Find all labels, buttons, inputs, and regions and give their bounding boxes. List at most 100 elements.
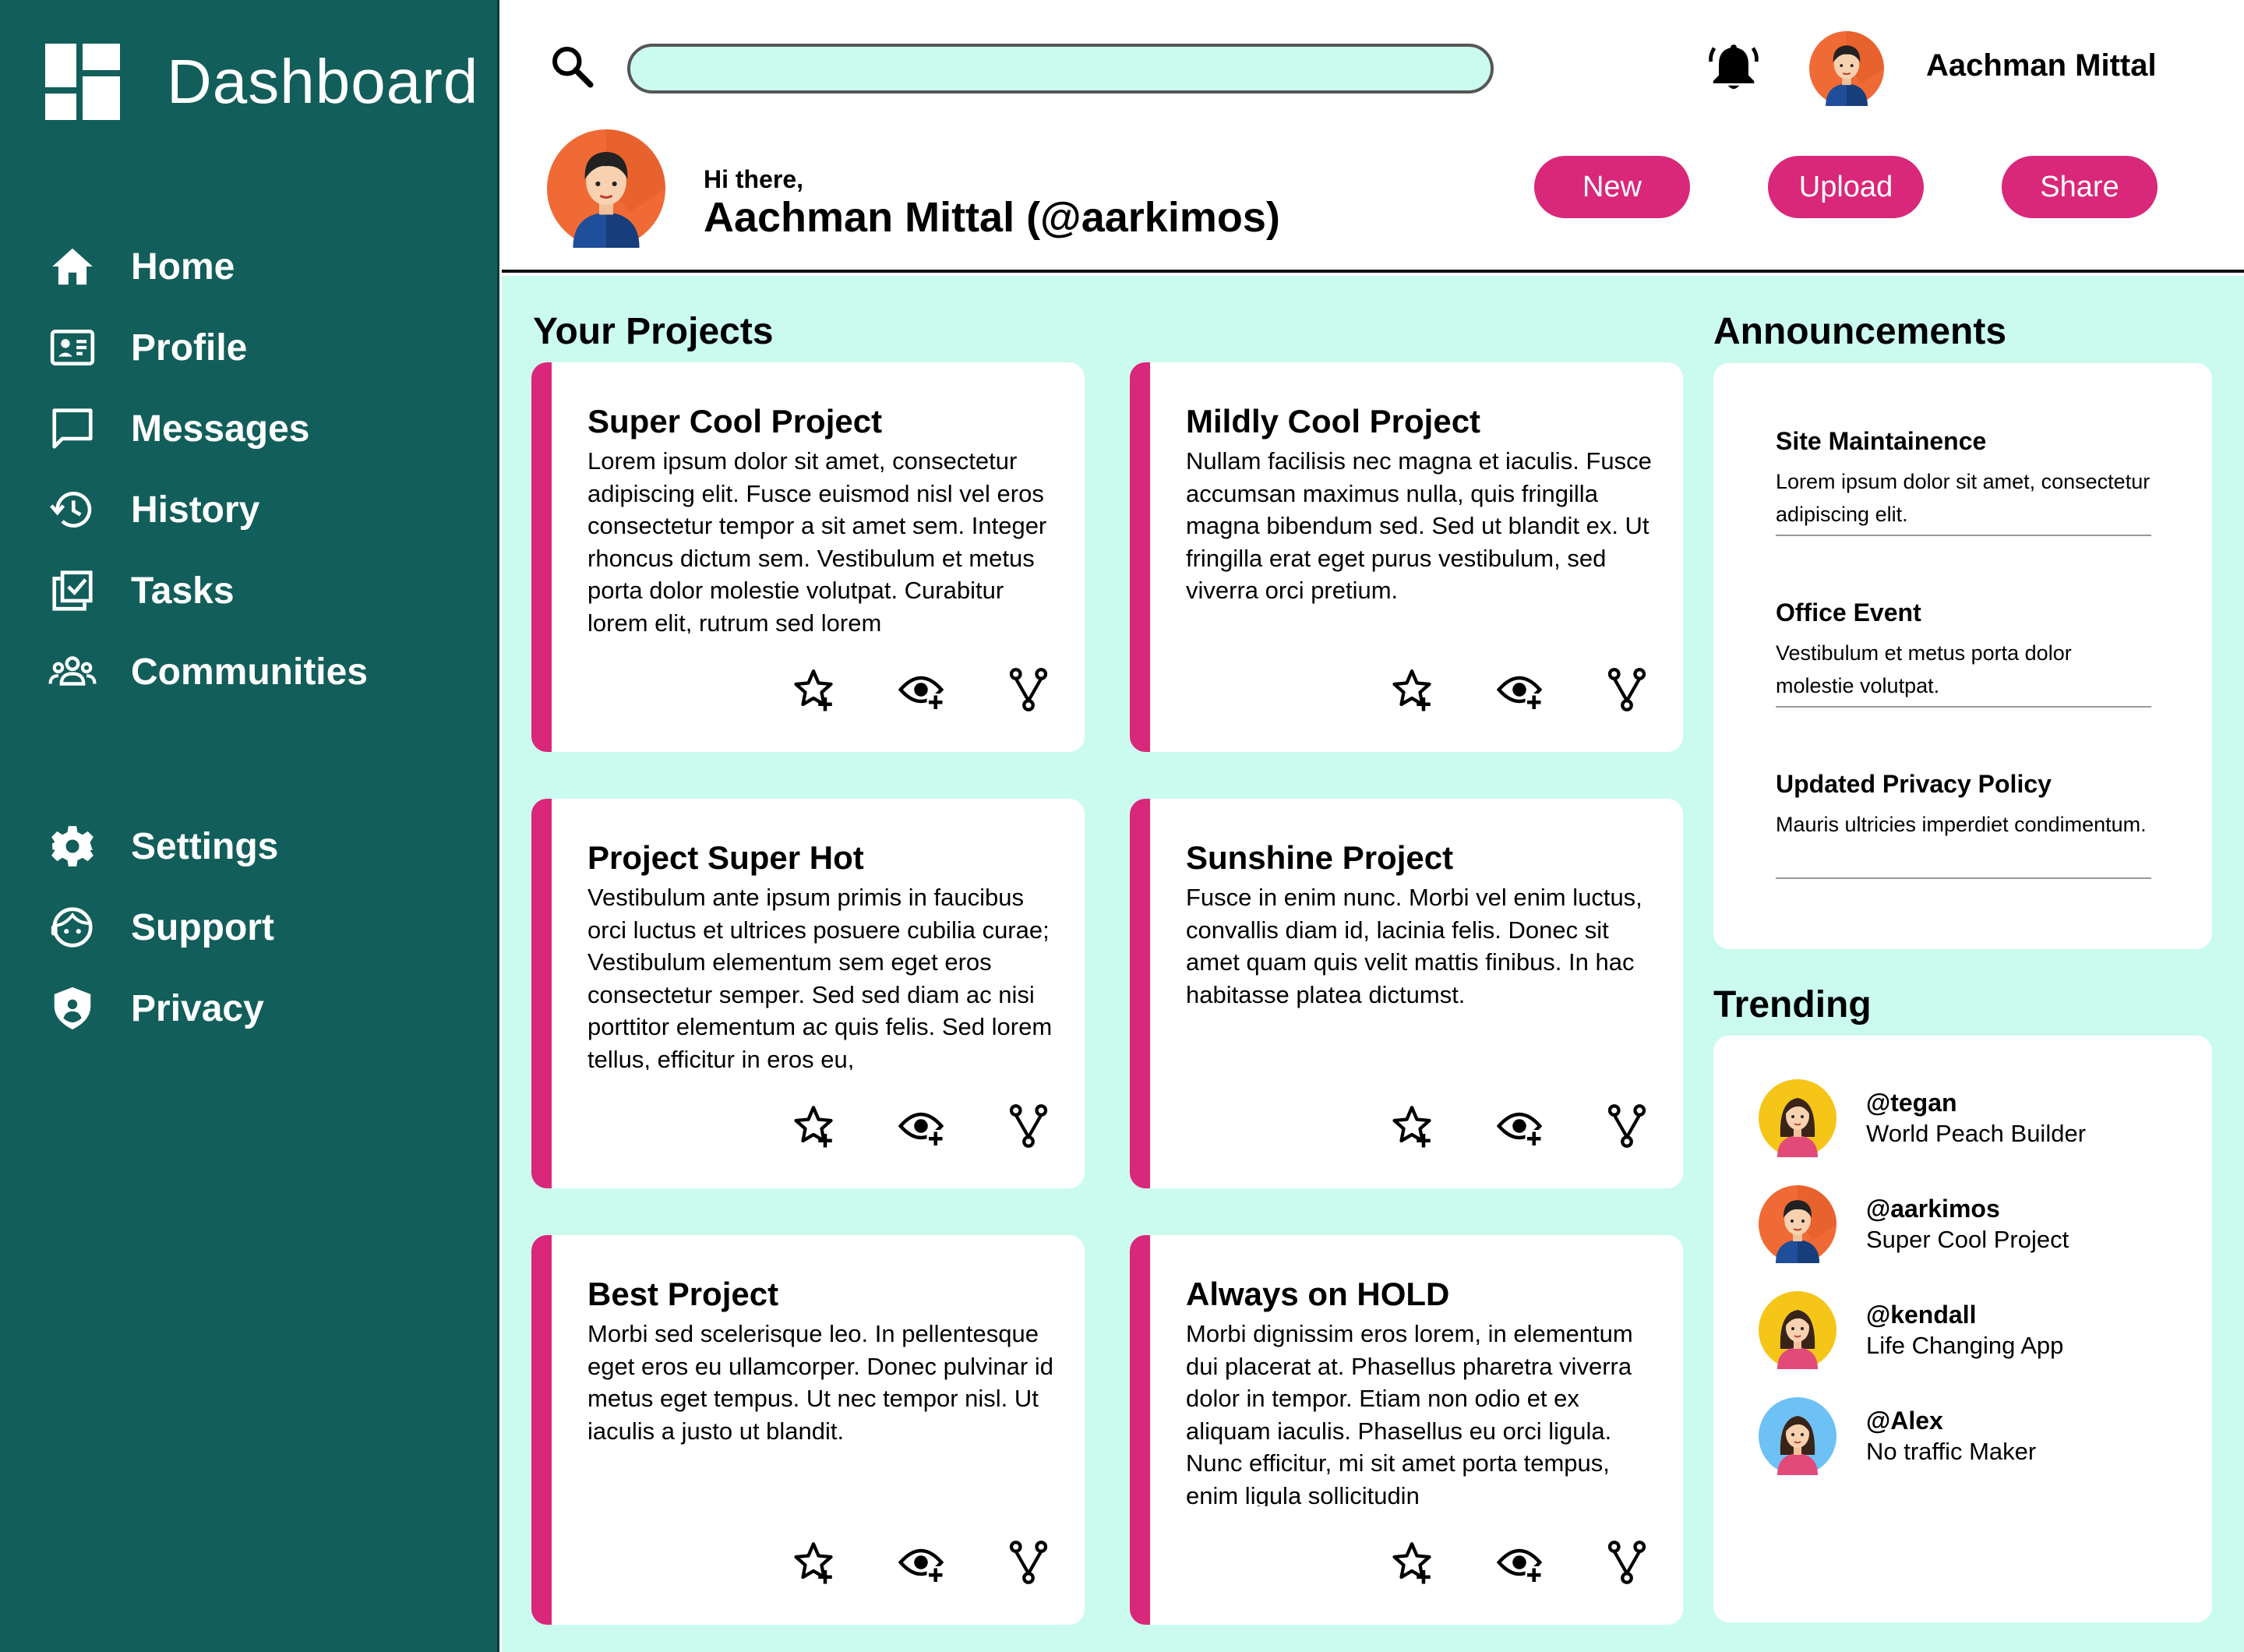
announcement-item[interactable]: Updated Privacy Policy Mauris ultricies … — [1776, 770, 2151, 879]
fork-icon[interactable] — [1004, 665, 1053, 715]
main-content: Your Projects Super Cool Project Lorem ip… — [502, 276, 2244, 1652]
trending-title: Trending — [1713, 984, 1872, 1025]
trending-handle: @aarkimos — [1866, 1195, 2000, 1223]
star-add-icon[interactable] — [789, 665, 838, 715]
brand[interactable]: Dashboard — [45, 43, 478, 121]
trending-item[interactable]: @Alex No traffic Maker — [1759, 1397, 2036, 1475]
announcement-text: Vestibulum et metus porta dolor molestie… — [1776, 641, 2072, 697]
tasks-icon — [45, 563, 100, 618]
nav-item-settings[interactable]: Settings — [45, 806, 482, 887]
nav-label: Messages — [131, 408, 310, 450]
watch-add-icon[interactable] — [1494, 1101, 1544, 1151]
trending-desc: Life Changing App — [1866, 1332, 2064, 1359]
projects-title: Your Projects — [533, 311, 774, 352]
star-add-icon[interactable] — [1387, 1537, 1437, 1587]
nav-item-history[interactable]: History — [45, 469, 482, 550]
nav-item-support[interactable]: Support — [45, 887, 482, 968]
trending-desc: Super Cool Project — [1866, 1226, 2069, 1253]
project-card[interactable]: Super Cool Project Lorem ipsum dolor sit … — [531, 362, 1085, 752]
project-actions — [789, 665, 1053, 715]
project-description: Morbi sed scelerisque leo. In pellentesq… — [587, 1320, 1053, 1445]
greeting-name: Aachman Mittal (@aarkimos) — [704, 194, 1280, 241]
project-card[interactable]: Best Project Morbi sed scelerisque leo. I… — [531, 1235, 1085, 1625]
project-description: Fusce in enim nunc. Morbi vel enim luctu… — [1186, 884, 1642, 1008]
nav-item-profile[interactable]: Profile — [45, 307, 482, 388]
communities-icon — [45, 644, 100, 699]
fork-icon[interactable] — [1602, 665, 1652, 715]
watch-add-icon[interactable] — [1494, 665, 1544, 715]
trending-desc: No traffic Maker — [1866, 1438, 2037, 1465]
app-title: Dashboard — [167, 47, 479, 116]
project-actions — [1387, 1101, 1652, 1151]
dashboard-logo-icon — [45, 44, 120, 120]
project-description: Lorem ipsum dolor sit amet, consectetur … — [587, 447, 1047, 634]
nav-label: Tasks — [131, 570, 235, 612]
trending-item[interactable]: @kendall Life Changing App — [1759, 1291, 2063, 1369]
nav-item-communities[interactable]: Communities — [45, 631, 482, 712]
home-icon — [45, 239, 100, 294]
project-actions — [789, 1537, 1053, 1587]
greeting: Hi there, — [704, 165, 804, 193]
nav-label: Settings — [131, 825, 279, 867]
sidebar: Dashboard Home Profile Messages History — [0, 0, 499, 1652]
nav-item-home[interactable]: Home — [45, 226, 482, 307]
fork-icon[interactable] — [1602, 1101, 1652, 1151]
project-title: Always on HOLD — [1186, 1276, 1450, 1312]
trending-avatar — [1759, 1185, 1836, 1263]
project-card[interactable]: Always on HOLD Morbi dignissim eros lorem… — [1130, 1235, 1683, 1625]
nav-label: Support — [131, 906, 274, 948]
fork-icon[interactable] — [1602, 1537, 1652, 1587]
message-icon — [45, 401, 100, 456]
announcement-title: Updated Privacy Policy — [1776, 770, 2052, 798]
bell-icon[interactable] — [1706, 39, 1761, 94]
watch-add-icon[interactable] — [896, 1537, 946, 1587]
project-description: Nullam facilisis nec magna et iaculis. F… — [1186, 447, 1652, 605]
search-icon[interactable] — [549, 43, 595, 90]
project-title: Project Super Hot — [587, 839, 864, 876]
gear-icon — [45, 819, 100, 874]
trending-handle: @kendall — [1866, 1301, 1977, 1329]
announcement-text: Lorem ipsum dolor sit amet, consectetur … — [1776, 470, 2150, 526]
star-add-icon[interactable] — [789, 1101, 838, 1151]
watch-add-icon[interactable] — [1494, 1537, 1544, 1587]
announcements-panel: Site Maintainence Lorem ipsum dolor sit … — [1713, 363, 2212, 949]
nav-label: Privacy — [131, 987, 264, 1029]
nav-item-privacy[interactable]: Privacy — [45, 968, 482, 1049]
project-description: Morbi dignissim eros lorem, in elementum… — [1186, 1320, 1633, 1506]
project-card[interactable]: Sunshine Project Fusce in enim nunc. Morb… — [1130, 799, 1683, 1188]
new-button[interactable]: New — [1534, 156, 1690, 218]
star-add-icon[interactable] — [1387, 1101, 1437, 1151]
trending-item[interactable]: @tegan World Peach Builder — [1759, 1079, 2086, 1157]
star-add-icon[interactable] — [789, 1537, 838, 1587]
announcement-item[interactable]: Office Event Vestibulum et metus porta d… — [1776, 598, 2151, 708]
announcement-text: Mauris ultricies imperdiet condimentum. — [1776, 813, 2147, 836]
header: Aachman Mittal Hi there, Aachman Mittal … — [502, 0, 2244, 273]
fork-icon[interactable] — [1004, 1537, 1053, 1587]
trending-item[interactable]: @aarkimos Super Cool Project — [1759, 1185, 2069, 1263]
profile-card-icon — [45, 320, 100, 375]
trending-avatar — [1759, 1397, 1836, 1475]
star-add-icon[interactable] — [1387, 665, 1437, 715]
project-title: Mildly Cool Project — [1186, 403, 1481, 439]
project-actions — [1387, 665, 1652, 715]
watch-add-icon[interactable] — [896, 665, 946, 715]
search-input[interactable] — [627, 44, 1494, 94]
nav-item-tasks[interactable]: Tasks — [45, 550, 482, 631]
announcements-title: Announcements — [1713, 311, 2007, 352]
project-card[interactable]: Project Super Hot Vestibulum ante ipsum p… — [531, 799, 1085, 1188]
user-name[interactable]: Aachman Mittal — [1926, 48, 2157, 83]
trending-avatar — [1759, 1291, 1836, 1369]
user-avatar[interactable] — [1809, 31, 1884, 106]
upload-button[interactable]: Upload — [1768, 156, 1924, 218]
share-button[interactable]: Share — [2002, 156, 2158, 218]
announcement-item[interactable]: Site Maintainence Lorem ipsum dolor sit … — [1776, 427, 2151, 536]
project-card[interactable]: Mildly Cool Project Nullam facilisis nec … — [1130, 362, 1683, 752]
fork-icon[interactable] — [1004, 1101, 1053, 1151]
support-icon — [45, 900, 100, 955]
project-actions — [789, 1101, 1053, 1151]
project-description: Vestibulum ante ipsum primis in faucibus… — [587, 884, 1053, 1070]
watch-add-icon[interactable] — [896, 1101, 946, 1151]
nav-item-messages[interactable]: Messages — [45, 388, 482, 469]
announcement-title: Office Event — [1776, 598, 1921, 627]
nav-label: Home — [131, 245, 235, 288]
